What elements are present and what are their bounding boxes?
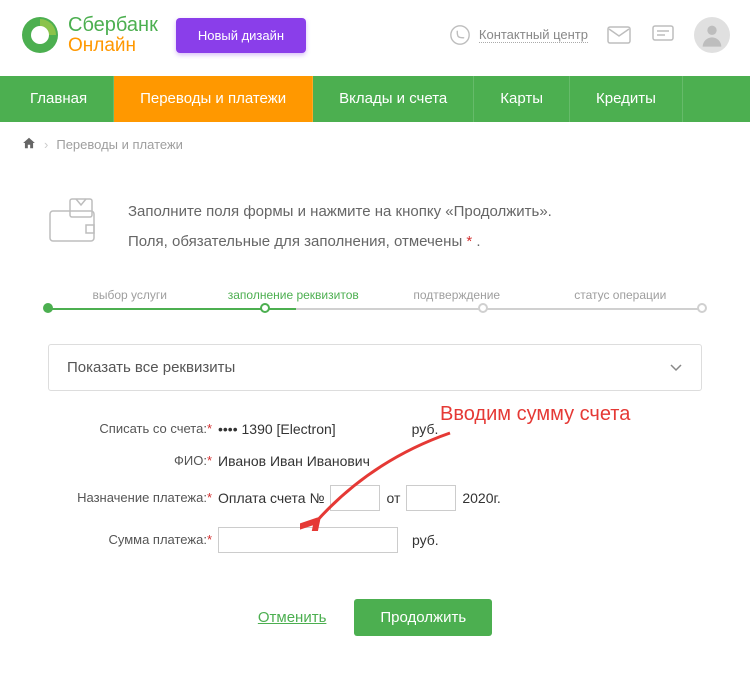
logo-text: Сбербанк Онлайн: [68, 15, 158, 56]
avatar[interactable]: [694, 17, 730, 53]
nav-item-deposits[interactable]: Вклады и счета: [313, 76, 474, 122]
phone-icon: [447, 22, 473, 48]
amount-currency: руб.: [412, 532, 439, 548]
step-label-4: статус операции: [574, 288, 666, 302]
amount-label: Сумма платежа:*: [48, 532, 218, 547]
show-all-details[interactable]: Показать все реквизиты: [48, 344, 702, 391]
purpose-mid: от: [386, 490, 400, 506]
header: Сбербанк Онлайн Новый дизайн Контактный …: [0, 0, 750, 76]
main-nav: Главная Переводы и платежи Вклады и счет…: [0, 76, 750, 122]
nav-item-credits[interactable]: Кредиты: [570, 76, 683, 122]
contact-center[interactable]: Контактный центр: [447, 22, 588, 48]
contact-center-label: Контактный центр: [479, 27, 588, 43]
logo-icon: [20, 15, 60, 55]
wallet-icon: [48, 197, 108, 246]
step-label-1: выбор услуги: [92, 288, 167, 302]
logo[interactable]: Сбербанк Онлайн: [20, 15, 158, 56]
nav-item-cards[interactable]: Карты: [474, 76, 570, 122]
nav-item-main[interactable]: Главная: [0, 76, 114, 122]
home-icon[interactable]: [22, 136, 36, 153]
form-actions: Отменить Продолжить: [0, 569, 750, 656]
messages-icon[interactable]: [650, 22, 676, 48]
continue-button[interactable]: Продолжить: [354, 599, 492, 636]
invoice-date-field[interactable]: [406, 485, 456, 511]
cancel-button[interactable]: Отменить: [258, 609, 327, 626]
breadcrumb: › Переводы и платежи: [0, 122, 750, 167]
account-value: •••• 1390 [Electron] руб.: [218, 421, 438, 437]
instruction-line1: Заполните поля формы и нажмите на кнопку…: [128, 197, 552, 227]
annotation-arrow-icon: [300, 431, 460, 531]
amount-field[interactable]: [218, 527, 398, 553]
instruction-line2: Поля, обязательные для заполнения, отмеч…: [128, 227, 552, 257]
purpose-prefix: Оплата счета №: [218, 490, 324, 506]
purpose-year: 2020г.: [462, 490, 500, 506]
instruction-block: Заполните поля формы и нажмите на кнопку…: [0, 167, 750, 292]
show-all-details-label: Показать все реквизиты: [67, 359, 235, 376]
breadcrumb-separator: ›: [44, 137, 48, 152]
mail-icon[interactable]: [606, 22, 632, 48]
purpose-label: Назначение платежа:*: [48, 490, 218, 505]
invoice-number-field[interactable]: [330, 485, 380, 511]
account-label: Списать со счета:*: [48, 421, 218, 436]
step-label-2: заполнение реквизитов: [228, 288, 359, 302]
progress-stepper: выбор услуги заполнение реквизитов подтв…: [0, 292, 750, 324]
fio-value: Иванов Иван Иванович: [218, 453, 370, 469]
annotation-text: Вводим сумму счета: [440, 403, 630, 426]
step-label-3: подтверждение: [413, 288, 500, 302]
nav-item-transfers[interactable]: Переводы и платежи: [114, 76, 313, 122]
breadcrumb-item[interactable]: Переводы и платежи: [56, 137, 183, 152]
payment-form: Вводим сумму счета Списать со счета:* ••…: [0, 421, 750, 553]
fio-label: ФИО:*: [48, 453, 218, 468]
chevron-down-icon: [669, 360, 683, 374]
new-design-button[interactable]: Новый дизайн: [176, 18, 306, 53]
